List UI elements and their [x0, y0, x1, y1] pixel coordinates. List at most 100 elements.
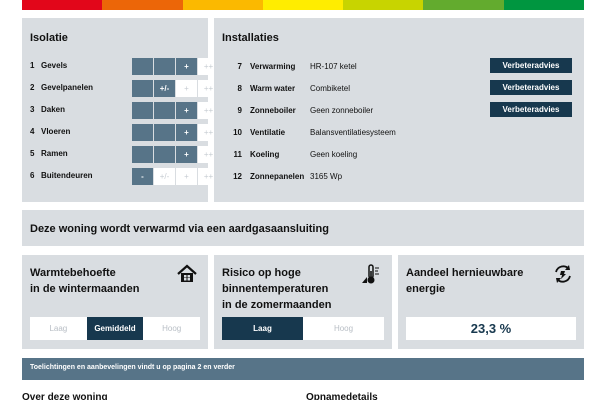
- energy-label-colorbar: [22, 0, 584, 10]
- isolatie-row-number: 4: [30, 127, 35, 136]
- over-deze-woning-heading: Over deze woning: [22, 392, 108, 400]
- isolatie-rating-cell: +: [176, 58, 197, 75]
- hernieuwbare-value: 23,3 %: [406, 317, 576, 340]
- warmtebehoefte-title-line2: in de wintermaanden: [30, 283, 140, 295]
- isolatie-row-number: 6: [30, 171, 35, 180]
- isolatie-row-text: Gevels: [41, 61, 68, 70]
- installatie-value: Geen zonneboiler: [310, 106, 374, 115]
- isolatie-rating-cell: +: [176, 102, 197, 119]
- isolatie-row-number: 2: [30, 83, 35, 92]
- isolatie-rating-scale: + ++: [132, 146, 219, 163]
- installatie-number: 7: [237, 62, 242, 71]
- isolatie-rating-cell: [132, 102, 153, 119]
- installatie-row: 7 Verwarming HR-107 ketel Verbeteradvies: [226, 58, 578, 76]
- warmtebehoefte-scale: Laag Gemiddeld Hoog: [30, 317, 201, 340]
- isolatie-row: 3 Daken + ++: [30, 102, 219, 119]
- isolatie-row: 1 Gevels + ++: [30, 58, 219, 75]
- installatie-row: 8 Warm water Combiketel Verbeteradvies: [226, 80, 578, 98]
- isolatie-rating-scale: +/- + ++: [132, 80, 219, 97]
- hernieuwbare-title-line1: Aandeel hernieuwbare: [406, 267, 524, 279]
- thermometer-icon: [362, 264, 379, 284]
- opnamedetails-heading: Opnamedetails: [306, 392, 378, 400]
- installatie-number: 12: [233, 172, 242, 181]
- colorbar-segment: [102, 0, 183, 10]
- installatie-row: 12 Zonnepanelen 3165 Wp: [226, 168, 578, 186]
- verbeteradvies-button[interactable]: Verbeteradvies: [490, 80, 572, 95]
- colorbar-segment: [182, 0, 263, 10]
- installatie-number: 11: [233, 150, 242, 159]
- isolatie-row-text: Gevelpanelen: [41, 83, 94, 92]
- isolatie-row: 6 Buitendeuren - +/- + ++: [30, 168, 219, 185]
- isolatie-row-text: Daken: [41, 105, 66, 114]
- colorbar-segment: [503, 0, 584, 10]
- installatie-value: 3165 Wp: [310, 172, 343, 181]
- verbeteradvies-button[interactable]: Verbeteradvies: [490, 58, 572, 73]
- isolatie-rating-scale: - +/- + ++: [132, 168, 219, 185]
- installatie-number: 9: [237, 106, 242, 115]
- installatie-row: 9 Zonneboiler Geen zonneboiler Verbeteradvi…: [226, 102, 578, 120]
- installatie-number: 8: [237, 84, 242, 93]
- installatie-value: Geen koeling: [310, 150, 358, 159]
- installatie-value: HR-107 ketel: [310, 62, 357, 71]
- isolatie-row-label: 4 Vloeren: [30, 127, 70, 136]
- colorbar-segment: [423, 0, 504, 10]
- installatie-row: 11 Koeling Geen koeling: [226, 146, 578, 164]
- isolatie-row-label: 1 Gevels: [30, 61, 67, 70]
- isolatie-title: Isolatie: [30, 32, 68, 44]
- isolatie-rating-cell: [132, 80, 153, 97]
- toelichting-bar: Toelichtingen en aanbevelingen vindt u o…: [22, 358, 584, 380]
- colorbar-segment: [22, 0, 103, 10]
- isolatie-row-label: 5 Ramen: [30, 149, 68, 158]
- risico-title: Risico op hoge binnentemperaturen in de …: [222, 265, 331, 313]
- installatie-value: Balansventilatiesysteem: [310, 128, 396, 137]
- risico-scale-option: Laag: [222, 317, 303, 340]
- warmtebehoefte-panel: Warmtebehoefte in de wintermaanden Laag G…: [22, 255, 208, 349]
- isolatie-rating-cell: [154, 58, 175, 75]
- warmte-scale-option: Hoog: [143, 317, 201, 340]
- installatie-label: Zonneboiler: [250, 106, 296, 115]
- colorbar-segment: [343, 0, 424, 10]
- isolatie-rating-cell: [132, 58, 153, 75]
- installatie-label: Warm water: [250, 84, 296, 93]
- isolatie-rating-cell: [154, 124, 175, 141]
- colorbar-segment: [262, 0, 344, 10]
- isolatie-row-number: 1: [30, 61, 35, 70]
- isolatie-rating-cell: [154, 146, 175, 163]
- installatie-label: Verwarming: [250, 62, 296, 71]
- risico-scale-option: Hoog: [303, 317, 384, 340]
- verbeteradvies-button[interactable]: Verbeteradvies: [490, 102, 572, 117]
- isolatie-rating-cell: +: [176, 168, 197, 185]
- isolatie-rating-scale: + ++: [132, 58, 219, 75]
- risico-scale: Laag Hoog: [222, 317, 384, 340]
- risico-panel: Risico op hoge binnentemperaturen in de …: [214, 255, 392, 349]
- hernieuwbare-panel: Aandeel hernieuwbare energie 23,3 %: [398, 255, 584, 349]
- installaties-panel: Installaties 7 Verwarming HR-107 ketel Verb…: [214, 18, 584, 202]
- risico-title-line1: Risico op hoge: [222, 267, 301, 279]
- isolatie-row: 4 Vloeren + ++: [30, 124, 219, 141]
- isolatie-row: 2 Gevelpanelen +/- + ++: [30, 80, 219, 97]
- isolatie-rating-cell: +: [176, 124, 197, 141]
- heating-banner-text: Deze woning wordt verwarmd via een aardg…: [30, 223, 329, 235]
- installatie-row: 10 Ventilatie Balansventilatiesysteem: [226, 124, 578, 142]
- isolatie-row-label: 3 Daken: [30, 105, 65, 114]
- installaties-title: Installaties: [222, 32, 279, 44]
- installatie-number: 10: [233, 128, 242, 137]
- recycle-icon: [555, 265, 571, 283]
- warmtebehoefte-title-line1: Warmtebehoefte: [30, 267, 116, 279]
- isolatie-row-number: 5: [30, 149, 35, 158]
- warmte-scale-option: Laag: [30, 317, 87, 340]
- warmtebehoefte-title: Warmtebehoefte in de wintermaanden: [30, 265, 139, 297]
- installatie-label: Ventilatie: [250, 128, 286, 137]
- toelichting-text: Toelichtingen en aanbevelingen vindt u o…: [30, 364, 235, 371]
- hernieuwbare-title: Aandeel hernieuwbare energie: [406, 265, 523, 297]
- warmte-scale-option: Gemiddeld: [86, 317, 144, 340]
- risico-title-line3: in de zomermaanden: [222, 299, 332, 311]
- installatie-label: Zonnepanelen: [250, 172, 305, 181]
- isolatie-rating-scale: + ++: [132, 102, 219, 119]
- isolatie-row-label: 2 Gevelpanelen: [30, 83, 93, 92]
- isolatie-row: 5 Ramen + ++: [30, 146, 219, 163]
- isolatie-panel: Isolatie 1 Gevels + ++ 2 Gevelpanelen +/- + ++ 3 D…: [22, 18, 219, 202]
- isolatie-rating-cell: [132, 146, 153, 163]
- isolatie-row-label: 6 Buitendeuren: [30, 171, 93, 180]
- isolatie-rating-cell: [154, 102, 175, 119]
